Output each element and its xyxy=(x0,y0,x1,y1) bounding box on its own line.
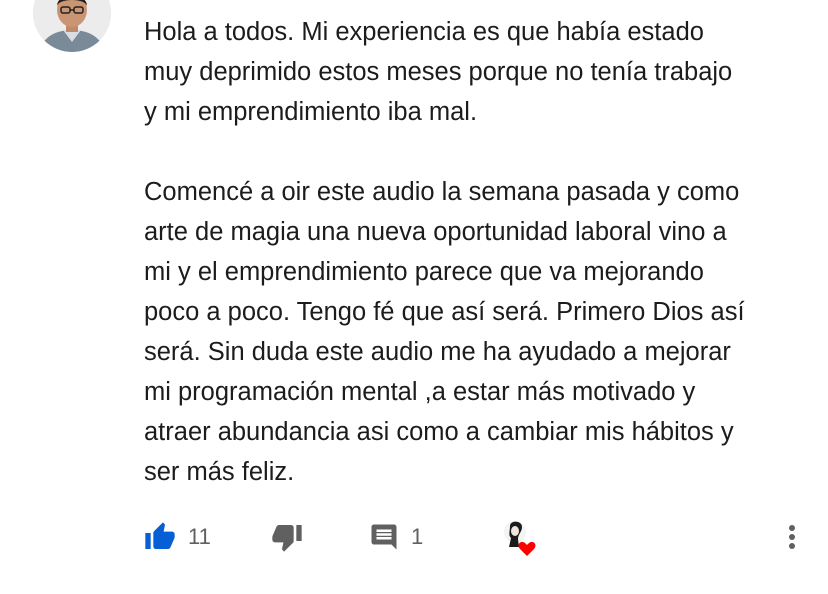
comment-actions: 11 1 xyxy=(0,514,828,564)
comment-line: muy deprimido estos meses porque no tení… xyxy=(144,58,733,86)
reply-button[interactable]: 1 xyxy=(369,514,423,560)
more-options-button[interactable] xyxy=(780,514,804,560)
comment-line: Comencé a oir este audio la semana pasad… xyxy=(144,178,740,206)
avatar[interactable] xyxy=(33,0,111,52)
dislike-button[interactable] xyxy=(271,514,303,560)
comment-line: arte de magia una nueva oportunidad labo… xyxy=(144,218,727,246)
comment-line: y mi emprendimiento iba mal. xyxy=(144,98,478,126)
more-vert-icon xyxy=(780,521,804,553)
creator-heart-icon xyxy=(500,517,540,557)
thumbs-down-icon xyxy=(271,521,303,553)
comment-text: Hola a todos. Mi experiencia es que habí… xyxy=(144,12,814,492)
reply-count: 1 xyxy=(411,524,424,549)
comment-line: mi programación mental ,a estar más moti… xyxy=(144,378,696,406)
comment-line: será. Sin duda este audio me ha ayudado … xyxy=(144,338,731,366)
creator-heart xyxy=(500,514,540,560)
avatar-photo xyxy=(33,0,111,52)
thumbs-up-icon xyxy=(144,521,176,553)
comment-icon xyxy=(369,522,399,552)
comment-line: mi y el emprendimiento parece que va mej… xyxy=(144,258,704,286)
comment-line: Hola a todos. Mi experiencia es que habí… xyxy=(144,18,704,46)
like-count: 11 xyxy=(188,524,211,549)
like-button[interactable]: 11 xyxy=(144,514,211,560)
comment-line: atraer abundancia asi como a cambiar mis… xyxy=(144,418,734,446)
comment-line: ser más feliz. xyxy=(144,458,295,486)
comment-line: poco a poco. Tengo fé que así será. Prim… xyxy=(144,298,745,326)
